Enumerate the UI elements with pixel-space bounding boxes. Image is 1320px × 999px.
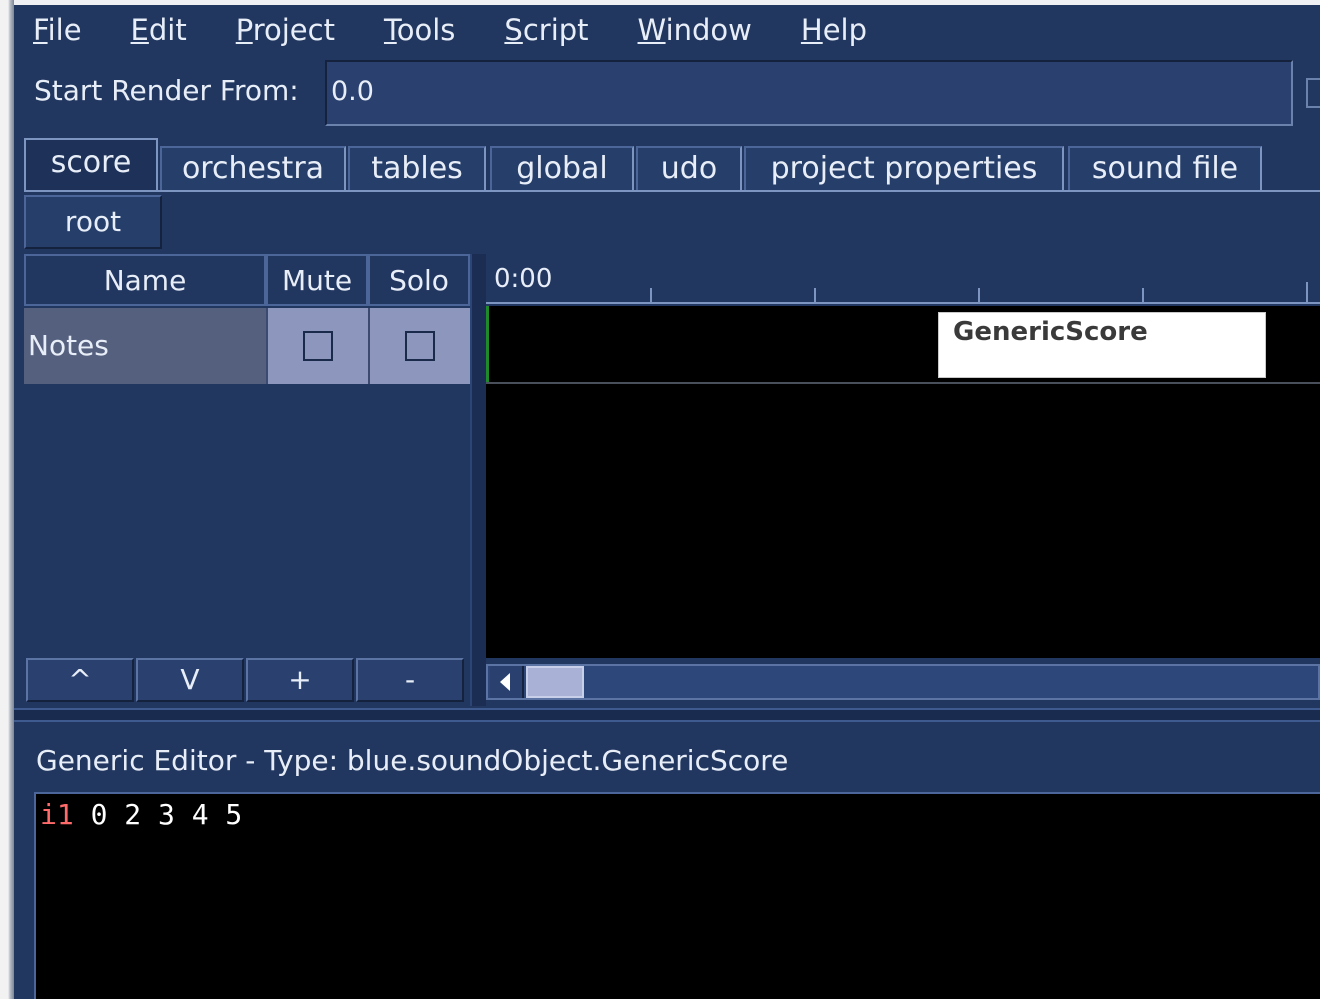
timeline-horizontal-scrollbar[interactable]: [486, 658, 1320, 706]
tab-global[interactable]: global: [490, 146, 634, 192]
add-layer-button[interactable]: +: [246, 658, 354, 702]
ruler-tick: [814, 288, 816, 302]
tab-divider: [24, 190, 1320, 192]
blue-app-window: File Edit Project Tools Script Window He…: [0, 0, 1320, 999]
menu-help[interactable]: Help: [801, 13, 867, 47]
mute-checkbox[interactable]: [303, 331, 333, 361]
menu-help-label: elp: [822, 13, 868, 47]
move-layer-up-button[interactable]: ^: [26, 658, 134, 702]
layer-panel: Name Mute Solo Notes: [24, 254, 472, 706]
score-canvas[interactable]: GenericScore: [486, 306, 1320, 658]
mute-cell: [266, 308, 368, 384]
code-opcode: i1: [40, 798, 74, 831]
menu-help-mnemonic: H: [800, 13, 823, 47]
layer-splitter[interactable]: [470, 254, 486, 706]
editor-splitter[interactable]: [14, 708, 1320, 722]
start-render-input[interactable]: 0.0: [325, 60, 1293, 126]
move-layer-down-button[interactable]: V: [136, 658, 244, 702]
menu-project-label: roject: [252, 13, 335, 47]
time-start-label: 0:00: [494, 264, 553, 294]
menu-script-mnemonic: S: [504, 13, 523, 47]
tab-project-properties[interactable]: project properties: [744, 146, 1064, 192]
render-checkbox[interactable]: [1306, 78, 1320, 108]
layer-name-notes[interactable]: Notes: [24, 308, 266, 384]
menu-tools-mnemonic: T: [383, 13, 397, 47]
menu-edit[interactable]: Edit: [131, 13, 187, 47]
header-solo[interactable]: Solo: [368, 254, 470, 306]
playhead-marker[interactable]: [486, 306, 489, 384]
layer-divider-line: [486, 382, 1320, 384]
menu-window[interactable]: Window: [638, 13, 752, 47]
time-ruler[interactable]: 0:00: [486, 254, 1320, 304]
menu-edit-mnemonic: E: [130, 13, 149, 47]
header-name[interactable]: Name: [24, 254, 266, 306]
breadcrumb-root-button[interactable]: root: [24, 195, 162, 249]
remove-layer-button[interactable]: -: [356, 658, 464, 702]
score-code-editor[interactable]: i1 0 2 3 4 5: [34, 792, 1320, 999]
header-mute[interactable]: Mute: [266, 254, 368, 306]
start-render-label: Start Render From:: [34, 74, 299, 107]
solo-cell: [368, 308, 470, 384]
ruler-tick: [650, 288, 652, 302]
menu-project[interactable]: Project: [236, 13, 335, 47]
menu-tools-label: ools: [396, 13, 456, 47]
scroll-left-arrow-icon[interactable]: [490, 666, 524, 698]
menu-file[interactable]: File: [33, 13, 82, 47]
menu-window-label: indow: [665, 13, 752, 47]
menu-bar: File Edit Project Tools Script Window He…: [18, 8, 901, 52]
scroll-thumb[interactable]: [526, 666, 584, 698]
ruler-tick: [1142, 288, 1144, 302]
sound-object-genericscore[interactable]: GenericScore: [938, 312, 1266, 378]
window-top-edge: [14, 0, 1320, 5]
scroll-track[interactable]: [486, 664, 1320, 700]
tab-tables[interactable]: tables: [348, 146, 486, 192]
tab-udo[interactable]: udo: [636, 146, 742, 192]
editor-title: Generic Editor - Type: blue.soundObject.…: [36, 744, 789, 777]
menu-edit-label: dit: [148, 13, 187, 47]
tab-score[interactable]: score: [24, 138, 158, 192]
window-left-edge: [0, 0, 14, 999]
tab-sound-file[interactable]: sound file: [1068, 146, 1262, 192]
menu-script[interactable]: Script: [504, 13, 588, 47]
tab-orchestra[interactable]: orchestra: [160, 146, 346, 192]
menu-file-label: ile: [47, 13, 82, 47]
code-args: 0 2 3 4 5: [73, 798, 243, 831]
solo-checkbox[interactable]: [405, 331, 435, 361]
menu-script-label: cript: [522, 13, 589, 47]
menu-file-mnemonic: F: [33, 13, 48, 47]
menu-window-mnemonic: W: [637, 13, 666, 47]
menu-tools[interactable]: Tools: [384, 13, 455, 47]
ruler-tick: [1306, 282, 1308, 302]
score-timeline: 0:00 GenericScore: [486, 254, 1320, 706]
ruler-tick: [978, 288, 980, 302]
menu-project-mnemonic: P: [235, 13, 253, 47]
